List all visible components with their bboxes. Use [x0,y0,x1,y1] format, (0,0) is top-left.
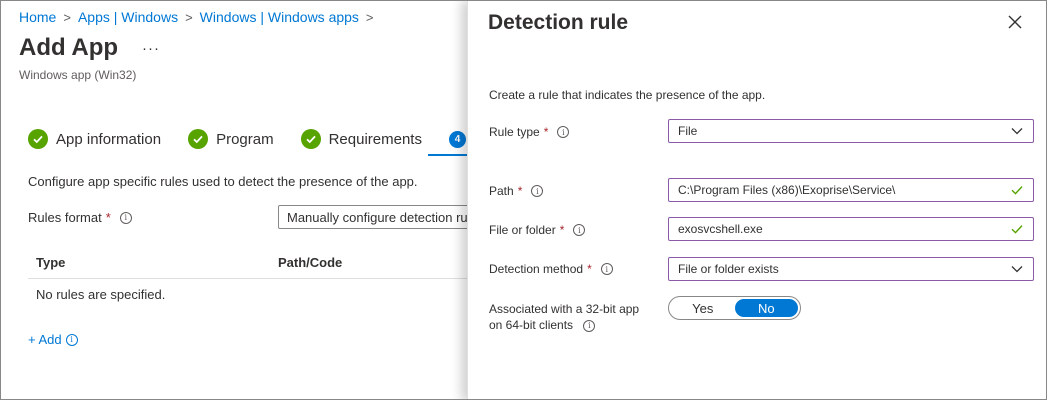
file-or-folder-label-text: File or folder [489,223,556,237]
blade-title: Detection rule [488,11,629,34]
rule-type-value: File [678,124,698,138]
info-icon[interactable]: i [600,263,613,275]
breadcrumb: Home > Apps | Windows > Windows | Window… [19,9,381,25]
info-icon[interactable]: i [119,211,132,224]
required-marker: * [587,262,592,276]
blade-description: Create a rule that indicates the presenc… [489,88,766,102]
path-input[interactable] [678,183,998,197]
checkmark-icon [1011,186,1023,195]
file-or-folder-field[interactable] [668,217,1034,241]
chevron-down-icon [1011,128,1023,135]
column-header-type: Type [36,255,66,270]
info-icon[interactable]: i [557,126,570,138]
checkmark-icon [28,129,48,149]
rules-format-dropdown[interactable]: Manually configure detection ru [278,205,478,229]
chevron-down-icon [1011,266,1023,273]
detection-description: Configure app specific rules used to det… [28,174,418,189]
add-rule-link[interactable]: + Add i [28,332,78,347]
add-rule-label: + Add [28,332,62,347]
associated-32bit-label-line1: Associated with a 32-bit app [489,302,640,316]
breadcrumb-home[interactable]: Home [19,9,56,25]
app-window: Home > Apps | Windows > Windows | Window… [0,0,1047,400]
detection-method-label-text: Detection method [489,262,584,276]
step-program[interactable]: Program [188,129,274,149]
step-label: App information [56,130,162,148]
required-marker: * [559,223,565,237]
info-icon[interactable]: i [573,224,586,236]
toggle-no[interactable]: No [734,299,798,317]
breadcrumb-apps-windows[interactable]: Apps | Windows [78,9,178,25]
step-requirements[interactable]: Requirements [300,129,422,149]
step-label: Requirements [328,130,422,148]
chevron-right-icon: > [365,9,374,25]
step-label: Program [216,130,274,148]
detection-rule-blade: Detection rule Create a rule that indica… [467,1,1046,399]
step-app-information[interactable]: App information [28,129,161,149]
rules-format-label: Rules format * i [28,210,132,225]
active-step-underline [428,154,468,156]
chevron-right-icon: > [63,9,71,25]
required-marker: * [105,210,111,225]
breadcrumb-windows-apps[interactable]: Windows | Windows apps [200,9,359,25]
checkmark-icon [1011,225,1023,234]
info-icon[interactable]: i [583,319,596,332]
detection-method-label: Detection method * i [489,262,613,276]
rules-table-header: Type Path/Code [28,249,468,279]
rules-format-label-text: Rules format [28,210,102,225]
rule-type-label-text: Rule type [489,125,540,139]
associated-32bit-label-line2-wrap: on 64-bit clients i [489,317,639,333]
required-marker: * [543,125,549,139]
detection-method-dropdown[interactable]: File or folder exists [668,257,1034,281]
checkmark-icon [300,129,321,149]
info-icon: i [65,333,78,346]
path-label: Path * i [489,184,544,198]
file-or-folder-label: File or folder * i [489,223,586,237]
wizard-steps: App information Program Requirements 4 D… [28,129,521,149]
info-icon[interactable]: i [531,185,544,197]
page-title: Add App [19,34,119,61]
column-header-path-code: Path/Code [278,255,343,270]
page-subtitle: Windows app (Win32) [19,68,137,82]
associated-32bit-label-line2: on 64-bit clients [489,318,574,332]
checkmark-icon [188,129,209,149]
required-marker: * [517,184,523,198]
path-label-text: Path [489,184,514,198]
detection-method-value: File or folder exists [678,262,779,276]
toggle-yes[interactable]: Yes [671,299,735,317]
rule-type-dropdown[interactable]: File [668,119,1034,143]
associated-32bit-label: Associated with a 32-bit app on 64-bit c… [489,301,639,333]
chevron-right-icon: > [185,9,193,25]
rule-type-label: Rule type * i [489,125,570,139]
path-field[interactable] [668,178,1034,202]
file-or-folder-input[interactable] [678,222,998,236]
close-icon[interactable] [1006,13,1024,31]
more-options-icon[interactable]: ··· [142,40,160,57]
step-number-badge: 4 [448,130,466,148]
associated-32bit-toggle[interactable]: Yes No [668,296,801,320]
rules-table-empty: No rules are specified. [36,287,166,302]
